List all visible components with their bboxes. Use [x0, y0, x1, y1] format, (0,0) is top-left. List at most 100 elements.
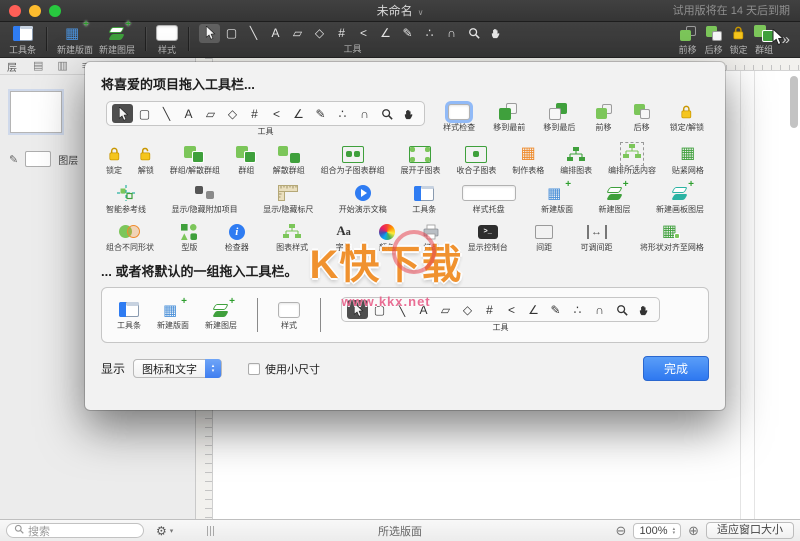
item-toolbar-pane[interactable]: 工具条 [114, 299, 144, 331]
tool-magnet-icon[interactable]: ∩ [354, 104, 375, 123]
tool-compare-icon[interactable]: < [353, 24, 374, 43]
search-input[interactable]: 搜索 [6, 523, 144, 538]
item-stencil[interactable]: 型版 [178, 221, 200, 253]
item-new-canvas[interactable]: ▦+新建版面 [154, 299, 192, 331]
tool-magnet-icon[interactable]: ∩ [589, 300, 610, 319]
zoom-out-icon[interactable]: ⊖ [616, 523, 627, 539]
small-size-option[interactable]: 使用小尺寸 [248, 361, 320, 377]
window-titlebar[interactable]: 未命名∨ 试用版将在 14 天后到期 [0, 0, 800, 22]
item-move-front[interactable]: 移到最前 [490, 101, 528, 133]
item-snap-grid[interactable]: ▦贴紧网格 [669, 144, 707, 176]
columns-icon[interactable]: ▥ [57, 61, 67, 72]
tool-nodes-icon[interactable]: ∴ [567, 300, 588, 319]
item-group-ungroup[interactable]: 群组/解散群组 [167, 144, 223, 176]
item-new-layer[interactable]: +新建图层 [202, 299, 240, 331]
tool-nodes-icon[interactable]: ∴ [332, 104, 353, 123]
tool-angle-icon[interactable]: ∠ [288, 104, 309, 123]
item-diagram-style[interactable]: 图表样式 [273, 221, 311, 253]
tool-nodes-icon[interactable]: ∴ [419, 24, 440, 43]
tool-shape-icon[interactable]: ▢ [134, 104, 155, 123]
item-style-well[interactable]: 样式 [275, 299, 303, 331]
tool-shape-icon[interactable]: ▢ [221, 24, 242, 43]
item-new-layer[interactable]: +新建图层 [96, 23, 138, 56]
item-space[interactable]: 间距 [532, 221, 556, 253]
tool-angle-icon[interactable]: ∠ [523, 300, 544, 319]
tool-text-icon[interactable]: A [413, 300, 434, 319]
tool-artboard-icon[interactable]: # [479, 300, 500, 319]
tool-hand-icon[interactable] [398, 104, 419, 123]
tool-line-icon[interactable]: ╲ [391, 300, 412, 319]
small-size-checkbox[interactable] [248, 363, 260, 375]
item-collapse-subgraph[interactable]: 收合子图表 [453, 144, 499, 176]
splitter-grip[interactable] [207, 526, 214, 536]
tool-zoom-icon[interactable] [611, 300, 632, 319]
item-unlock[interactable]: 解锁 [135, 144, 157, 176]
item-subgraph-group[interactable]: 组合为子图表群组 [318, 144, 388, 176]
zoom-in-icon[interactable]: ⊕ [688, 523, 699, 539]
tool-zoom-icon[interactable] [376, 104, 397, 123]
tool-pen-icon[interactable]: ▱ [200, 104, 221, 123]
item-toolbar-pane[interactable]: 工具条 [6, 23, 39, 56]
item-attachments[interactable]: 显示/隐藏附加项目 [168, 183, 240, 215]
tool-diamond-icon[interactable]: ◇ [222, 104, 243, 123]
tool-pen-icon[interactable]: ▱ [435, 300, 456, 319]
canvas-thumbnail[interactable] [10, 91, 62, 133]
scrollbar-thumb[interactable] [790, 76, 798, 128]
item-backward[interactable]: 后移 [629, 101, 655, 133]
tool-compare-icon[interactable]: < [501, 300, 522, 319]
tool-diamond-icon[interactable]: ◇ [457, 300, 478, 319]
item-layout-diagram[interactable]: 编排图表 [557, 144, 595, 176]
item-rulers[interactable]: 显示/隐藏标尺 [260, 183, 316, 215]
item-lock[interactable]: 锁定 [103, 144, 125, 176]
layer-color-swatch[interactable] [25, 151, 51, 167]
edit-pencil-icon[interactable]: ✎ [9, 153, 18, 166]
tool-artboard-icon[interactable]: # [331, 24, 352, 43]
item-new-layer[interactable]: +新建图层 [596, 183, 634, 215]
item-combine-shapes[interactable]: 组合不同形状 [103, 221, 157, 253]
tool-cursor-icon[interactable] [112, 104, 133, 123]
item-colors[interactable]: 颜色 [376, 221, 398, 253]
tool-pencil-icon[interactable]: ✎ [310, 104, 331, 123]
item-lock[interactable]: 锁定 [727, 23, 751, 56]
item-make-table[interactable]: ▦制作表格 [509, 144, 547, 176]
item-move-back[interactable]: 移到最后 [540, 101, 578, 133]
item-console[interactable]: >_显示控制台 [465, 221, 511, 253]
tool-zoom-icon[interactable] [463, 24, 484, 43]
tool-artboard-icon[interactable]: # [244, 104, 265, 123]
item-style-well[interactable]: 样式 [153, 23, 181, 56]
item-backward[interactable]: 后移 [701, 23, 727, 56]
item-align-grid[interactable]: ▦将形状对齐至网格 [637, 221, 707, 253]
title-chevron-icon[interactable]: ∨ [418, 8, 424, 17]
done-button[interactable]: 完成 [643, 356, 709, 381]
tool-diamond-icon[interactable]: ◇ [309, 24, 330, 43]
tool-pen-icon[interactable]: ▱ [287, 24, 308, 43]
fit-window-button[interactable]: 适应窗口大小 [706, 522, 794, 539]
tool-magnet-icon[interactable]: ∩ [441, 24, 462, 43]
item-ungroup[interactable]: 解散群组 [270, 144, 308, 176]
tool-angle-icon[interactable]: ∠ [375, 24, 396, 43]
item-style-tray[interactable]: 样式托盘 [459, 183, 519, 215]
item-new-canvas[interactable]: ▦+新建版面 [54, 23, 96, 56]
item-toolbar-pane[interactable]: 工具条 [409, 183, 439, 215]
item-presentation[interactable]: 开始演示文稿 [336, 183, 390, 215]
item-style-well-focus[interactable]: 样式检查 [440, 101, 478, 133]
item-forward[interactable]: 前移 [675, 23, 701, 56]
item-smart-guides[interactable]: 智能参考线 [103, 183, 149, 215]
action-menu-button[interactable]: ⚙ ▾ [156, 524, 173, 538]
item-font[interactable]: Aa字体 [333, 221, 355, 253]
item-new-canvas[interactable]: ▦+新建版面 [538, 183, 576, 215]
item-print[interactable]: 打印 [419, 221, 443, 253]
tool-compare-icon[interactable]: < [266, 104, 287, 123]
display-mode-popup[interactable]: 图标和文字 ▴▾ [133, 359, 222, 378]
vertical-scrollbar[interactable] [790, 76, 798, 513]
item-group[interactable]: 群组 [233, 144, 260, 176]
tool-text-icon[interactable]: A [265, 24, 286, 43]
item-forward[interactable]: 前移 [591, 101, 617, 133]
item-layout-selection[interactable]: 编排所选内容 [605, 144, 659, 176]
item-lock-unlock[interactable]: 锁定/解锁 [667, 101, 707, 133]
tool-line-icon[interactable]: ╲ [156, 104, 177, 123]
tool-pencil-icon[interactable]: ✎ [545, 300, 566, 319]
tool-line-icon[interactable]: ╲ [243, 24, 264, 43]
tool-text-icon[interactable]: A [178, 104, 199, 123]
tool-pencil-icon[interactable]: ✎ [397, 24, 418, 43]
